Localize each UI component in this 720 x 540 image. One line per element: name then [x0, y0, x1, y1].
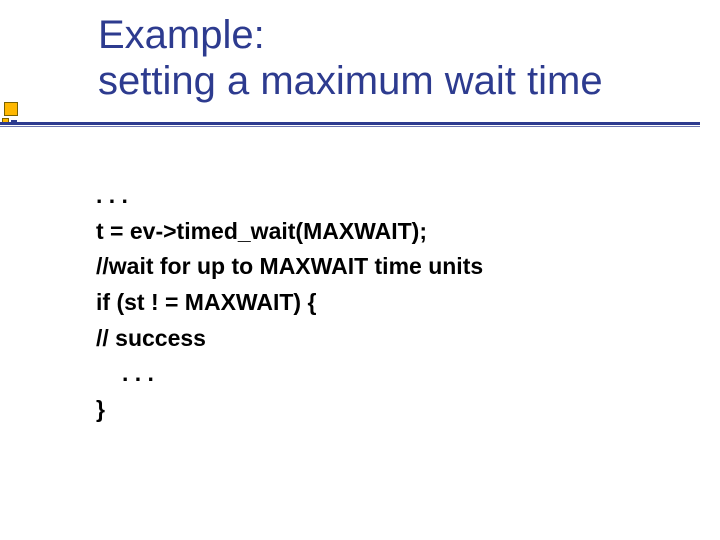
slide: Example: setting a maximum wait time . .…	[0, 0, 720, 540]
code-line: if (st ! = MAXWAIT) {	[96, 285, 656, 321]
code-line: }	[96, 392, 656, 428]
code-line: t = ev->timed_wait(MAXWAIT);	[96, 214, 656, 250]
title-line-1: Example:	[98, 12, 698, 58]
bullet-square-icon	[4, 102, 18, 116]
code-line: //wait for up to MAXWAIT time units	[96, 249, 656, 285]
code-line: . . .	[96, 356, 656, 392]
slide-title: Example: setting a maximum wait time	[98, 12, 698, 104]
title-underline-icon	[0, 122, 700, 125]
code-line: . . .	[96, 178, 656, 214]
title-line-2: setting a maximum wait time	[98, 58, 698, 104]
code-line: // success	[96, 321, 656, 357]
title-underline-thin-icon	[0, 126, 700, 127]
code-block: . . . t = ev->timed_wait(MAXWAIT); //wai…	[96, 178, 656, 427]
